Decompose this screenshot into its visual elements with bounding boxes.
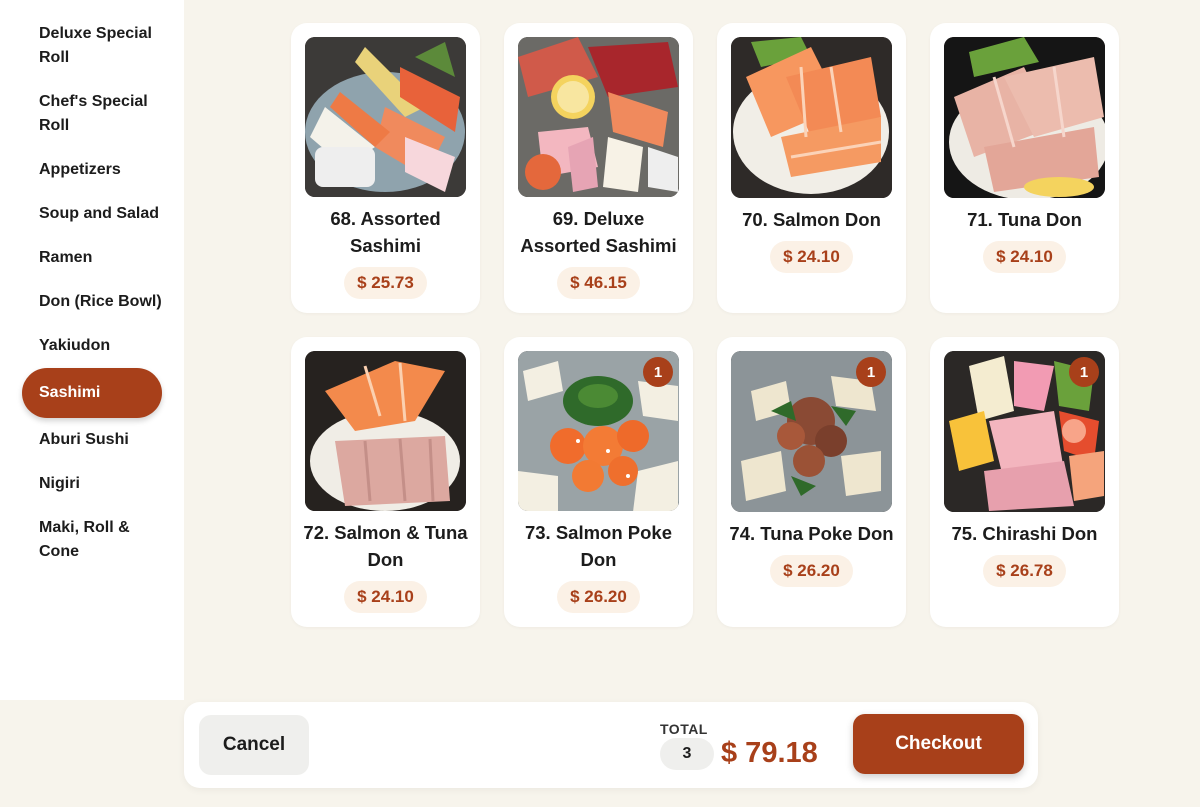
item-name: 74. Tuna Poke Don [729, 523, 894, 544]
category-aburi-sushi[interactable]: Aburi Sushi [22, 418, 162, 462]
category-chefs-special-roll[interactable]: Chef's Special Roll [22, 80, 162, 148]
category-don-rice-bowl[interactable]: Don (Rice Bowl) [22, 280, 162, 324]
total-amount: $ 79.18 [721, 737, 818, 769]
checkout-button[interactable]: Checkout [853, 714, 1024, 774]
category-yakiudon[interactable]: Yakiudon [22, 324, 162, 368]
menu-item-card[interactable]: 69. Deluxe Assorted Sashimi $ 46.15 [504, 23, 693, 313]
food-photo [944, 37, 1105, 198]
food-photo: 1 [944, 351, 1105, 512]
menu-item-card[interactable]: 71. Tuna Don $ 24.10 [930, 23, 1119, 313]
food-photo [305, 37, 466, 197]
category-nigiri[interactable]: Nigiri [22, 462, 162, 506]
item-name: 73. Salmon Poke Don [524, 522, 673, 570]
food-photo: 1 [518, 351, 679, 511]
category-deluxe-special-roll[interactable]: Deluxe Special Roll [22, 12, 162, 80]
order-summary-bar: Cancel TOTAL 3 $ 79.18 Checkout [184, 702, 1038, 788]
item-price: $ 26.78 [983, 555, 1066, 587]
item-name: 69. Deluxe Assorted Sashimi [520, 208, 677, 256]
item-name: 72. Salmon & Tuna Don [303, 522, 468, 570]
food-photo [518, 37, 679, 197]
menu-item-card[interactable]: 1 74. Tuna Poke Don $ 26.20 [717, 337, 906, 627]
item-price: $ 46.15 [557, 267, 640, 299]
item-price: $ 26.20 [770, 555, 853, 587]
food-photo: 1 [731, 351, 892, 512]
item-name: 75. Chirashi Don [951, 523, 1098, 544]
quantity-badge: 1 [1069, 357, 1099, 387]
category-sashimi[interactable]: Sashimi [22, 368, 162, 418]
item-price: $ 25.73 [344, 267, 427, 299]
category-sidebar: Deluxe Special Roll Chef's Special Roll … [0, 0, 184, 700]
total-label: TOTAL [660, 721, 708, 737]
menu-item-card[interactable]: 1 73. Salmon Poke Don $ 26.20 [504, 337, 693, 627]
food-photo [305, 351, 466, 511]
cancel-button[interactable]: Cancel [199, 715, 309, 775]
item-price: $ 24.10 [344, 581, 427, 613]
item-name: 68. Assorted Sashimi [330, 208, 441, 256]
category-ramen[interactable]: Ramen [22, 236, 162, 280]
item-count-badge: 3 [660, 738, 714, 770]
item-price: $ 26.20 [557, 581, 640, 613]
menu-item-card[interactable]: 70. Salmon Don $ 24.10 [717, 23, 906, 313]
item-name: 70. Salmon Don [742, 209, 881, 230]
item-name: 71. Tuna Don [967, 209, 1082, 230]
item-price: $ 24.10 [770, 241, 853, 273]
category-appetizers[interactable]: Appetizers [22, 148, 162, 192]
menu-item-card[interactable]: 72. Salmon & Tuna Don $ 24.10 [291, 337, 480, 627]
category-soup-and-salad[interactable]: Soup and Salad [22, 192, 162, 236]
menu-item-card[interactable]: 68. Assorted Sashimi $ 25.73 [291, 23, 480, 313]
category-maki-roll-cone[interactable]: Maki, Roll & Cone [22, 506, 162, 574]
quantity-badge: 1 [856, 357, 886, 387]
item-price: $ 24.10 [983, 241, 1066, 273]
food-photo [731, 37, 892, 198]
quantity-badge: 1 [643, 357, 673, 387]
menu-item-grid: 68. Assorted Sashimi $ 25.73 69. Deluxe … [291, 23, 1119, 627]
menu-item-card[interactable]: 1 75. Chirashi Don $ 26.78 [930, 337, 1119, 627]
